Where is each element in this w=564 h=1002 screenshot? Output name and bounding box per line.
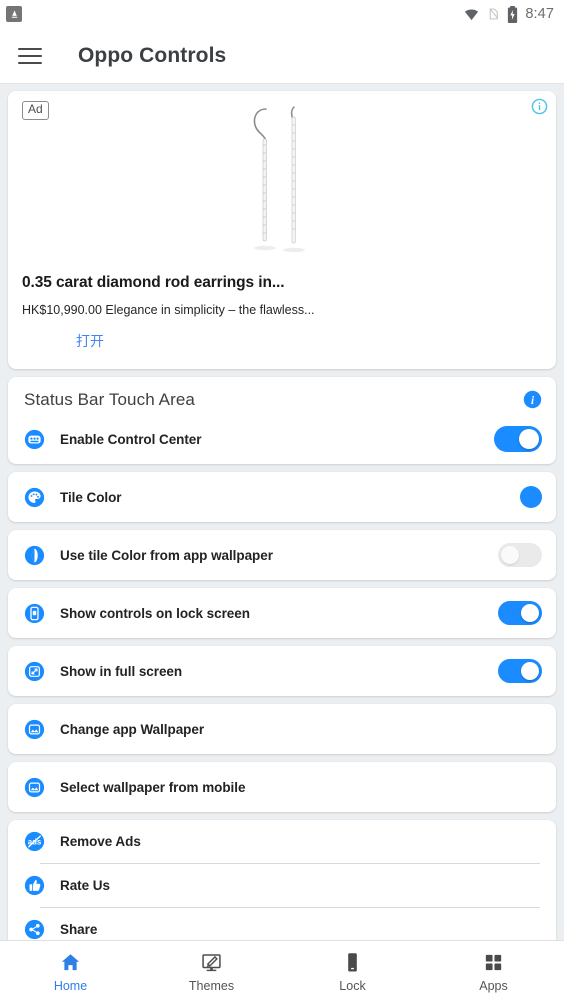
show-controls-lock-screen-card[interactable]: Show controls on lock screen <box>8 588 556 638</box>
page-title: Oppo Controls <box>78 43 227 67</box>
nav-label: Themes <box>188 978 235 993</box>
setting-label: Show in full screen <box>60 663 183 679</box>
show-full-screen-card[interactable]: Show in full screen <box>8 646 556 696</box>
setting-row-tile-color[interactable]: Tile Color <box>8 472 556 522</box>
toggle-use-tile-color[interactable] <box>498 543 542 567</box>
themes-monitor-brush-icon <box>200 951 223 975</box>
section-title: Status Bar Touch Area <box>24 390 195 409</box>
app-notification-icon <box>6 6 22 22</box>
palette-icon <box>22 485 46 509</box>
setting-label: Show controls on lock screen <box>60 605 250 621</box>
remove-ads-icon: ads <box>22 830 46 854</box>
apps-grid-icon <box>482 951 505 975</box>
bottom-navigation-bar: Home Themes Lock Apps <box>0 940 564 1002</box>
setting-label: Select wallpaper from mobile <box>60 779 246 795</box>
setting-row-change-app-wallpaper[interactable]: Change app Wallpaper <box>8 704 556 754</box>
setting-row-use-tile-color[interactable]: Use tile Color from app wallpaper <box>8 530 556 580</box>
nav-item-lock[interactable]: Lock <box>282 951 423 993</box>
status-bar-notifications <box>6 6 22 22</box>
ad-body-text: HK$10,990.00 Elegance in simplicity – th… <box>22 303 315 317</box>
status-bar-system-icons: 8:47 <box>463 5 554 23</box>
wifi-icon <box>465 9 479 20</box>
menu-item-rate-us[interactable]: Rate Us <box>8 864 556 907</box>
nav-item-home[interactable]: Home <box>0 951 141 993</box>
diamond-rod-earrings-image <box>253 105 305 252</box>
menu-item-label: Remove Ads <box>60 834 141 849</box>
battery-charging-icon <box>508 5 518 23</box>
setting-row-enable-control-center[interactable]: Enable Control Center <box>8 414 556 464</box>
status-bar-touch-area-card: Status Bar Touch Area i Enable Control C… <box>8 377 556 464</box>
select-wallpaper-card[interactable]: Select wallpaper from mobile <box>8 762 556 812</box>
nav-label: Home <box>53 978 88 993</box>
tile-color-card[interactable]: Tile Color <box>8 472 556 522</box>
setting-row-show-controls-lock-screen[interactable]: Show controls on lock screen <box>8 588 556 638</box>
menu-item-share[interactable]: Share <box>8 908 556 940</box>
change-app-wallpaper-card[interactable]: Change app Wallpaper <box>8 704 556 754</box>
ad-image[interactable] <box>8 91 556 266</box>
image-wallpaper-icon <box>22 775 46 799</box>
menu-item-remove-ads[interactable]: ads Remove Ads <box>8 820 556 863</box>
toggle-show-full-screen[interactable] <box>498 659 542 683</box>
app-root: 8:47 Oppo Controls Ad 0.35 carat diamond… <box>0 0 564 1002</box>
thumbs-up-icon <box>22 874 46 898</box>
share-icon <box>22 918 46 941</box>
home-icon <box>59 951 82 975</box>
fullscreen-expand-icon <box>22 659 46 683</box>
lock-screen-phone-icon <box>22 601 46 625</box>
setting-row-select-wallpaper-mobile[interactable]: Select wallpaper from mobile <box>8 762 556 812</box>
nav-item-apps[interactable]: Apps <box>423 951 564 993</box>
nav-label: Lock <box>339 978 366 993</box>
ad-cta-button[interactable]: 打开 <box>76 317 104 369</box>
lock-phone-icon <box>341 951 364 975</box>
setting-label: Enable Control Center <box>60 431 202 447</box>
content-scroll-area[interactable]: Ad 0.35 carat diamond rod earrings in...… <box>0 84 564 940</box>
setting-row-show-full-screen[interactable]: Show in full screen <box>8 646 556 696</box>
control-center-icon <box>22 427 46 451</box>
tile-color-swatch[interactable] <box>520 486 542 508</box>
toggle-show-controls-lock-screen[interactable] <box>498 601 542 625</box>
menu-item-label: Share <box>60 922 98 937</box>
adchoices-info-icon[interactable] <box>531 98 548 115</box>
image-wallpaper-icon <box>22 717 46 741</box>
menu-group-card: ads Remove Ads Rate Us <box>8 820 556 940</box>
toggle-enable-control-center[interactable] <box>494 426 542 452</box>
setting-label: Use tile Color from app wallpaper <box>60 547 273 563</box>
nav-item-themes[interactable]: Themes <box>141 951 282 993</box>
hamburger-menu-icon[interactable] <box>18 41 48 71</box>
contrast-icon <box>22 543 46 567</box>
info-icon[interactable]: i <box>523 390 542 409</box>
setting-label: Change app Wallpaper <box>60 721 205 737</box>
menu-item-label: Rate Us <box>60 878 110 893</box>
ad-badge: Ad <box>22 101 49 120</box>
setting-label: Tile Color <box>60 489 122 505</box>
status-bar-clock: 8:47 <box>525 6 554 22</box>
use-tile-color-card[interactable]: Use tile Color from app wallpaper <box>8 530 556 580</box>
app-bar: Oppo Controls <box>0 28 564 84</box>
ad-card[interactable]: Ad 0.35 carat diamond rod earrings in...… <box>8 91 556 369</box>
ad-headline: 0.35 carat diamond rod earrings in... <box>22 274 285 291</box>
status-bar: 8:47 <box>0 0 564 28</box>
no-sim-icon <box>489 8 499 20</box>
nav-label: Apps <box>479 978 508 993</box>
